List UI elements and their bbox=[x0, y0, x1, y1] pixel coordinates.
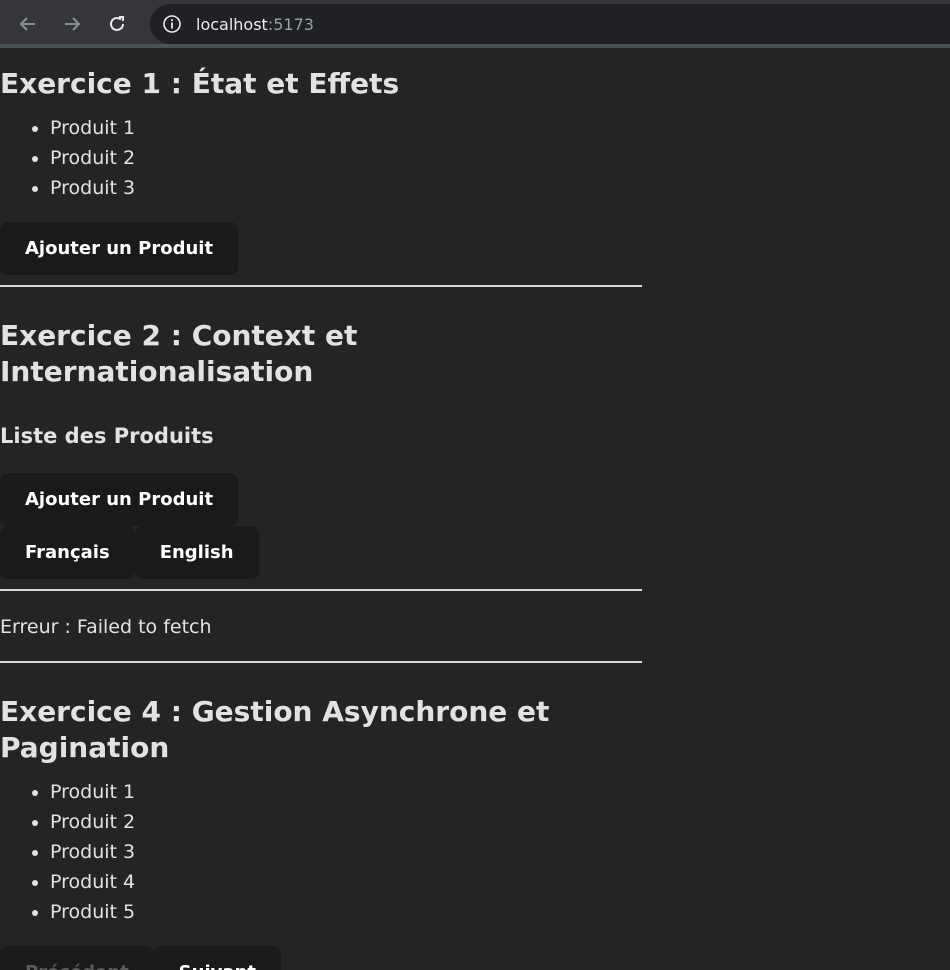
info-icon[interactable] bbox=[162, 14, 182, 34]
forward-button[interactable] bbox=[58, 10, 86, 38]
app-root: Exercice 1 : État et Effets Produit 1 Pr… bbox=[0, 66, 642, 970]
address-bar[interactable]: localhost:5173 bbox=[150, 4, 950, 44]
language-english-button[interactable]: English bbox=[134, 526, 259, 579]
browser-toolbar: localhost:5173 bbox=[0, 0, 950, 48]
back-button[interactable] bbox=[14, 10, 42, 38]
product-list-heading: Liste des Produits bbox=[0, 424, 214, 448]
list-item: Produit 1 bbox=[50, 113, 642, 143]
list-item: Produit 3 bbox=[50, 837, 642, 867]
add-product-button[interactable]: Ajouter un Produit bbox=[0, 222, 239, 275]
url-port: :5173 bbox=[267, 14, 314, 34]
exercise4-title: Exercice 4 : Gestion Asynchrone et Pagin… bbox=[0, 695, 550, 764]
fetch-error-message: Erreur : Failed to fetch bbox=[0, 616, 212, 638]
reload-icon bbox=[110, 16, 124, 31]
divider bbox=[0, 589, 642, 591]
add-product-button-i18n[interactable]: Ajouter un Produit bbox=[0, 473, 239, 526]
next-page-button[interactable]: Suivant bbox=[153, 946, 281, 970]
list-item: Produit 2 bbox=[50, 807, 642, 837]
previous-page-button[interactable]: Précédent bbox=[0, 946, 154, 970]
list-item: Produit 3 bbox=[50, 173, 642, 203]
list-item: Produit 5 bbox=[50, 897, 642, 927]
exercise4-product-list: Produit 1 Produit 2 Produit 3 Produit 4 … bbox=[0, 777, 642, 927]
url-text: localhost:5173 bbox=[196, 15, 314, 34]
exercise1-product-list: Produit 1 Produit 2 Produit 3 bbox=[0, 113, 642, 203]
list-item: Produit 2 bbox=[50, 143, 642, 173]
exercise2-title: Exercice 2 : Context et Internationalisa… bbox=[0, 319, 358, 388]
list-item: Produit 4 bbox=[50, 867, 642, 897]
list-item: Produit 1 bbox=[50, 777, 642, 807]
divider bbox=[0, 285, 642, 287]
arrow-left-icon bbox=[19, 17, 35, 31]
exercise1-title: Exercice 1 : État et Effets bbox=[0, 67, 400, 100]
language-french-button[interactable]: Français bbox=[0, 526, 135, 579]
url-host: localhost bbox=[196, 14, 268, 34]
divider bbox=[0, 661, 642, 663]
arrow-right-icon bbox=[65, 17, 81, 31]
page-content: Exercice 1 : État et Effets Produit 1 Pr… bbox=[0, 52, 950, 970]
reload-button[interactable] bbox=[103, 10, 131, 38]
